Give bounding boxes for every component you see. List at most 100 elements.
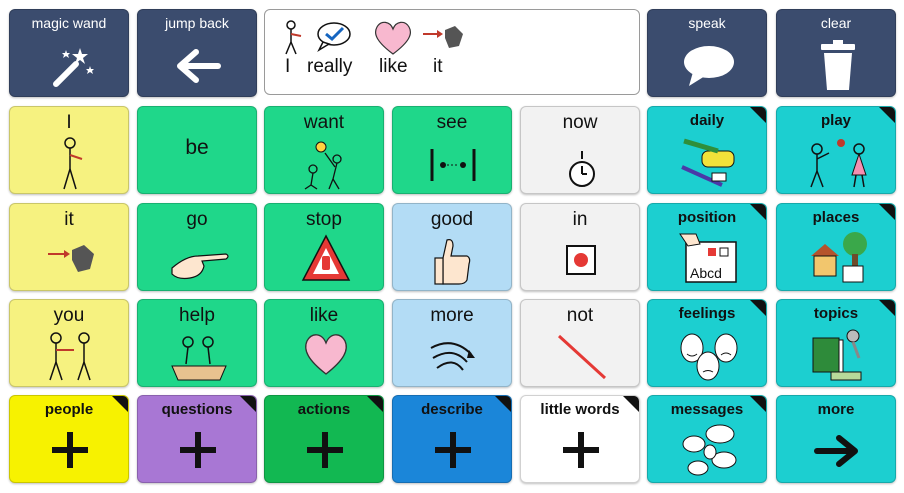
tile-i-label: I xyxy=(66,112,72,133)
tile-help[interactable]: help xyxy=(137,299,257,387)
folder-corner xyxy=(879,300,895,316)
message-word-3: like xyxy=(379,56,408,77)
tile-go-label: go xyxy=(186,209,208,230)
not-slash-icon xyxy=(557,334,607,380)
folder-questions[interactable]: questions xyxy=(137,395,257,483)
speech-bubble-check-icon xyxy=(317,22,351,52)
folder-corner xyxy=(879,204,895,220)
tile-stop[interactable]: stop xyxy=(264,203,384,291)
message-word-1: I xyxy=(285,56,291,77)
speak-label: speak xyxy=(688,15,726,31)
tile-position-label: position xyxy=(677,209,737,226)
folder-more[interactable]: more xyxy=(776,395,896,483)
tile-be-label: be xyxy=(185,136,209,159)
svg-text:Abcd: Abcd xyxy=(690,265,722,281)
folder-corner xyxy=(367,396,383,412)
folder-corner xyxy=(240,396,256,412)
tile-like-label: like xyxy=(309,305,339,326)
folder-people[interactable]: people xyxy=(9,395,129,483)
folder-corner xyxy=(623,396,639,412)
plus-icon xyxy=(52,432,88,468)
person-i-icon xyxy=(63,137,83,190)
folder-describe-label: describe xyxy=(421,401,483,418)
magic-wand-button[interactable]: magic wand xyxy=(9,9,129,97)
folder-more-label: more xyxy=(817,401,855,418)
message-bubbles-icon xyxy=(682,424,737,476)
jump-back-button[interactable]: jump back xyxy=(137,9,257,97)
tile-places[interactable]: places xyxy=(776,203,896,291)
arrow-left-icon xyxy=(177,49,221,83)
stop-sign-icon xyxy=(301,234,351,281)
tile-now[interactable]: now xyxy=(520,106,640,194)
folder-actions[interactable]: actions xyxy=(264,395,384,483)
help-figures-icon xyxy=(171,336,227,381)
stopwatch-icon xyxy=(569,151,595,187)
eyes-icon xyxy=(430,149,476,181)
folder-corner xyxy=(750,300,766,316)
tile-daily-label: daily xyxy=(689,112,725,129)
folder-questions-label: questions xyxy=(161,401,233,418)
pointing-hand-icon xyxy=(171,253,229,280)
tile-feelings[interactable]: feelings xyxy=(647,299,767,387)
want-figures-icon xyxy=(304,141,342,190)
tile-topics[interactable]: topics xyxy=(776,299,896,387)
magic-wand-label: magic wand xyxy=(31,15,107,31)
play-figures-icon xyxy=(810,139,867,188)
clear-button[interactable]: clear xyxy=(776,9,896,97)
you-figures-icon xyxy=(49,332,91,381)
folder-describe[interactable]: describe xyxy=(392,395,512,483)
folder-actions-label: actions xyxy=(297,401,351,418)
tile-position[interactable]: position Abcd xyxy=(647,203,767,291)
tile-more-describe[interactable]: more xyxy=(392,299,512,387)
it-arrow-icon xyxy=(48,245,94,272)
tile-good[interactable]: good xyxy=(392,203,512,291)
house-tree-icon xyxy=(811,232,867,283)
position-board-icon: Abcd xyxy=(679,233,737,283)
folder-corner xyxy=(750,107,766,123)
it-arrow-icon xyxy=(423,26,463,48)
tile-help-label: help xyxy=(179,305,215,326)
thumbs-up-icon xyxy=(434,239,471,285)
tile-want-label: want xyxy=(303,112,345,133)
message-bar[interactable]: I really like it xyxy=(264,9,640,95)
folder-messages[interactable]: messages xyxy=(647,395,767,483)
tile-it-label: it xyxy=(64,209,74,230)
tile-in[interactable]: in xyxy=(520,203,640,291)
trash-bin-icon xyxy=(821,40,855,90)
speak-button[interactable]: speak xyxy=(647,9,767,97)
folder-little-words[interactable]: little words xyxy=(520,395,640,483)
tile-good-label: good xyxy=(430,209,474,230)
tile-it[interactable]: it xyxy=(9,203,129,291)
magic-wand-icon xyxy=(53,48,94,87)
folder-messages-label: messages xyxy=(670,401,744,418)
folder-corner xyxy=(495,396,511,412)
tile-places-label: places xyxy=(812,209,860,226)
tile-stop-label: stop xyxy=(306,209,342,230)
arrow-right-icon xyxy=(814,435,858,467)
jump-back-label: jump back xyxy=(165,15,229,31)
speech-bubble-icon xyxy=(684,46,734,86)
tile-see-label: see xyxy=(436,112,468,133)
tile-topics-label: topics xyxy=(813,305,859,322)
tile-like[interactable]: like xyxy=(264,299,384,387)
plus-icon xyxy=(435,432,471,468)
folder-corner xyxy=(879,107,895,123)
folder-little-words-label: little words xyxy=(540,401,620,418)
tile-you[interactable]: you xyxy=(9,299,129,387)
tile-more-describe-label: more xyxy=(430,305,474,326)
plus-icon xyxy=(180,432,216,468)
toothbrush-icon xyxy=(681,138,735,187)
tile-daily[interactable]: daily xyxy=(647,106,767,194)
tile-you-label: you xyxy=(53,305,85,326)
heart-icon xyxy=(305,334,347,375)
tile-not[interactable]: not xyxy=(520,299,640,387)
tile-see[interactable]: see xyxy=(392,106,512,194)
tile-want[interactable]: want xyxy=(264,106,384,194)
tile-play[interactable]: play xyxy=(776,106,896,194)
tile-feelings-label: feelings xyxy=(678,305,736,322)
tile-i[interactable]: I xyxy=(9,106,129,194)
tile-be[interactable]: be xyxy=(137,106,257,194)
tile-now-label: now xyxy=(562,112,598,133)
tile-go[interactable]: go xyxy=(137,203,257,291)
faces-icon xyxy=(680,333,738,381)
